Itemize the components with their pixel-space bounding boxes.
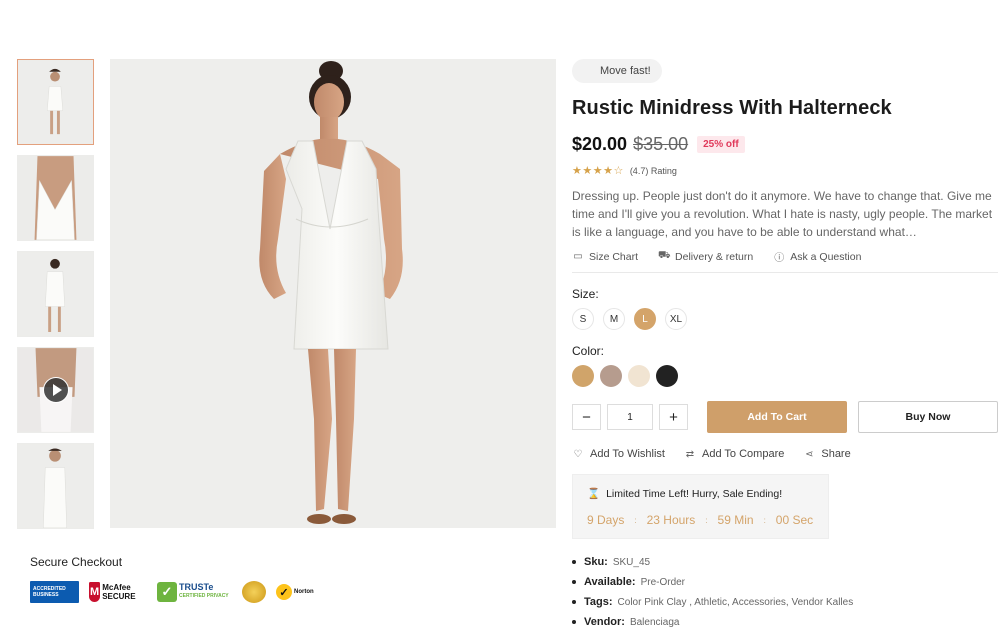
rating-row: ★★★★☆ (4.7) Rating: [572, 164, 998, 177]
share-icon: ⋖: [805, 448, 814, 460]
buy-now-button[interactable]: Buy Now: [857, 401, 998, 433]
thumbnail-video[interactable]: [17, 347, 94, 433]
heart-icon: ♡: [573, 448, 583, 460]
vendor-link[interactable]: Balenciaga: [630, 617, 679, 628]
quantity-decrease-button[interactable]: −: [572, 404, 602, 430]
color-label: Color:: [572, 344, 605, 358]
discount-badge: 25% off: [697, 136, 745, 153]
bbb-badge: ACCREDITED BUSINESS: [30, 581, 79, 603]
promo-badge: Move fast!: [572, 59, 662, 83]
size-option-xl[interactable]: XL: [665, 308, 687, 330]
countdown-minutes: 59 Min: [717, 513, 754, 527]
play-icon[interactable]: [43, 377, 69, 403]
dress-front-thumb: [18, 60, 93, 144]
share-button[interactable]: ⋖ Share: [803, 448, 851, 460]
thumbnail-5[interactable]: [17, 443, 94, 529]
question-icon: ⓘ: [774, 253, 785, 264]
authorize-seal-icon: [242, 581, 266, 603]
countdown-hours: 23 Hours: [646, 513, 696, 527]
dress-model-illustration: [110, 59, 556, 528]
current-price: $20.00: [572, 134, 628, 154]
thumbnail-gallery: [17, 59, 94, 539]
product-description: Dressing up. People just don't do it any…: [572, 189, 993, 239]
norton-check-icon: ✓: [276, 584, 292, 600]
product-details: Move fast! Rustic Minidress With Haltern…: [572, 59, 998, 636]
main-product-image[interactable]: [110, 59, 556, 528]
size-option-s[interactable]: S: [572, 308, 594, 330]
thumbnail-3[interactable]: [17, 251, 94, 337]
countdown-days: 9 Days: [587, 513, 625, 527]
ruler-icon: ▭: [573, 251, 583, 262]
tag-links[interactable]: Color Pink Clay , Athletic, Accessories,…: [618, 597, 854, 608]
dress-closeup-thumb: [18, 156, 93, 240]
old-price: $35.00: [633, 134, 689, 154]
sale-countdown: ⌛ Limited Time Left! Hurry, Sale Ending!…: [572, 474, 829, 539]
mcafee-shield-icon: M: [89, 582, 101, 602]
product-title: Rustic Minidress With Halterneck: [572, 97, 892, 119]
truste-check-icon: ✓: [157, 582, 177, 602]
hourglass-icon: ⌛: [587, 488, 601, 500]
secondary-actions: ♡ Add To Wishlist ⇄ Add To Compare ⋖ Sha…: [572, 448, 998, 460]
color-swatch-2[interactable]: [600, 365, 622, 387]
truste-badge: ✓ TRUSTe CERTIFIED PRIVACY: [157, 581, 232, 603]
add-to-wishlist-button[interactable]: ♡ Add To Wishlist: [572, 448, 665, 460]
size-label: Size:: [572, 287, 599, 301]
color-options: [572, 365, 998, 387]
secure-checkout: Secure Checkout ACCREDITED BUSINESS M Mc…: [30, 555, 314, 603]
ask-question-link[interactable]: ⓘ Ask a Question: [773, 249, 861, 265]
trust-badges: ACCREDITED BUSINESS M McAfee SECURE ✓ TR…: [30, 581, 314, 603]
thumbnail-2[interactable]: [17, 155, 94, 241]
meta-sku: Sku: SKU_45: [572, 556, 998, 568]
meta-tags: Tags: Color Pink Clay , Athletic, Access…: [572, 596, 998, 608]
size-option-l[interactable]: L: [634, 308, 656, 330]
delivery-return-link[interactable]: ⛟ Delivery & return: [658, 249, 753, 264]
price-row: $20.00 $35.00 25% off: [572, 134, 998, 155]
countdown-values: 9 Days : 23 Hours : 59 Min : 00 Sec: [587, 513, 814, 527]
dress-side-thumb: [18, 444, 93, 528]
size-options: S M L XL: [572, 308, 998, 330]
dress-back-thumb: [18, 252, 93, 336]
meta-vendor: Vendor: Balenciaga: [572, 616, 998, 628]
quantity-increase-button[interactable]: +: [659, 404, 689, 430]
secure-checkout-title: Secure Checkout: [30, 555, 123, 569]
countdown-heading: Limited Time Left! Hurry, Sale Ending!: [606, 487, 783, 500]
star-rating-icon: ★★★★☆: [572, 165, 624, 177]
meta-available: Available: Pre-Order: [572, 576, 998, 588]
countdown-seconds: 00 Sec: [775, 513, 814, 527]
rating-text: (4.7) Rating: [629, 165, 677, 176]
add-to-cart-button[interactable]: Add To Cart: [707, 401, 847, 433]
info-links: ▭ Size Chart ⛟ Delivery & return ⓘ Ask a…: [572, 249, 998, 273]
color-swatch-1[interactable]: [572, 365, 594, 387]
truck-icon: ⛟: [658, 250, 671, 261]
color-swatch-4[interactable]: [656, 365, 678, 387]
product-meta: Sku: SKU_45 Available: Pre-Order Tags: C…: [572, 556, 998, 628]
size-option-m[interactable]: M: [603, 308, 625, 330]
mcafee-badge: M McAfee SECURE: [89, 582, 136, 602]
size-chart-link[interactable]: ▭ Size Chart: [572, 249, 638, 264]
add-to-compare-button[interactable]: ⇄ Add To Compare: [684, 448, 785, 460]
color-swatch-3[interactable]: [628, 365, 650, 387]
compare-icon: ⇄: [685, 448, 695, 460]
norton-badge: ✓ Norton: [276, 581, 314, 603]
quantity-input[interactable]: [607, 404, 654, 430]
thumbnail-1[interactable]: [17, 59, 94, 145]
cart-row: − + Add To Cart Buy Now: [572, 401, 998, 433]
